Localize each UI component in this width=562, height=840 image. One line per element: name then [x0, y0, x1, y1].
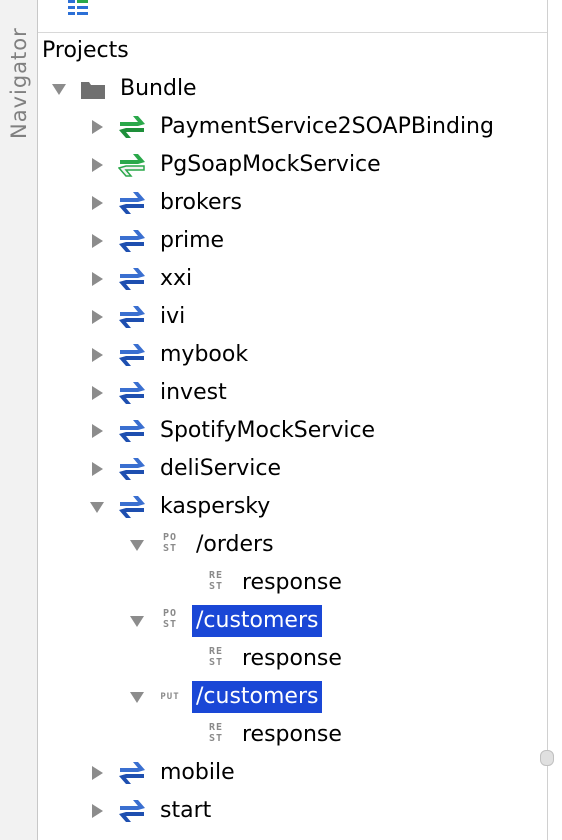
- tree-node-rest[interactable]: brokers: [88, 186, 246, 220]
- selected-label[interactable]: /customers: [192, 681, 323, 713]
- scrollbar-handle[interactable]: [540, 750, 554, 766]
- collapsed-arrow-icon[interactable]: [88, 194, 106, 212]
- rest-response-icon: RE ST: [208, 570, 224, 592]
- grid-view-icon[interactable]: [66, 0, 90, 22]
- collapsed-arrow-icon[interactable]: [88, 270, 106, 288]
- collapsed-arrow-icon[interactable]: [88, 232, 106, 250]
- collapsed-arrow-icon[interactable]: [88, 764, 106, 782]
- put-method-icon: PUT: [160, 692, 180, 702]
- tree-node-response[interactable]: RE ST response: [204, 566, 346, 600]
- rest-service-icon: [119, 344, 145, 366]
- tree-node-bundle[interactable]: Bundle: [50, 72, 201, 106]
- tree-node-response[interactable]: RE ST response: [204, 642, 346, 676]
- rest-service-icon: [119, 382, 145, 404]
- selected-label[interactable]: /customers: [192, 605, 323, 637]
- expanded-arrow-icon[interactable]: [128, 612, 146, 630]
- tree-node-rest[interactable]: xxi: [88, 262, 196, 296]
- tree-node-rest[interactable]: start: [88, 794, 215, 828]
- rest-response-icon: RE ST: [208, 646, 224, 668]
- expanded-arrow-icon[interactable]: [128, 688, 146, 706]
- tree-node-resource[interactable]: PO ST /orders: [128, 528, 278, 562]
- project-tree-panel: Projects Bundle PaymentService2SOAPBindi…: [38, 0, 548, 840]
- rest-service-icon: [119, 458, 145, 480]
- tree-node-rest[interactable]: deliService: [88, 452, 285, 486]
- expanded-arrow-icon[interactable]: [88, 498, 106, 516]
- collapsed-arrow-icon[interactable]: [88, 802, 106, 820]
- panel-border: [547, 0, 548, 840]
- tree-node-resource[interactable]: PUT /customers: [128, 680, 323, 714]
- rest-service-icon: [119, 420, 145, 442]
- rest-response-icon: RE ST: [208, 722, 224, 744]
- collapsed-arrow-icon[interactable]: [88, 118, 106, 136]
- tree-node-rest[interactable]: mybook: [88, 338, 252, 372]
- post-method-icon: PO ST: [162, 532, 178, 554]
- tree-node-kaspersky[interactable]: kaspersky: [88, 490, 274, 524]
- rest-service-icon: [119, 306, 145, 328]
- rest-service-icon: [119, 268, 145, 290]
- folder-icon: [81, 82, 105, 99]
- rest-service-icon: [119, 192, 145, 214]
- post-method-icon: PO ST: [162, 608, 178, 630]
- rest-service-icon: [119, 496, 145, 518]
- tree-node-rest[interactable]: invest: [88, 376, 231, 410]
- tree-node-rest[interactable]: ivi: [88, 300, 189, 334]
- soap-interface-icon: [119, 116, 145, 138]
- toolbar-divider: [38, 32, 548, 33]
- collapsed-arrow-icon[interactable]: [88, 346, 106, 364]
- rest-service-icon: [119, 762, 145, 784]
- tree-node-rest[interactable]: SpotifyMockService: [88, 414, 379, 448]
- tree-node-response[interactable]: RE ST response: [204, 718, 346, 752]
- rest-service-icon: [119, 800, 145, 822]
- rest-service-icon: [119, 230, 145, 252]
- tree-node-resource[interactable]: PO ST /customers: [128, 604, 323, 638]
- expanded-arrow-icon[interactable]: [128, 536, 146, 554]
- tree-node-rest[interactable]: mobile: [88, 756, 239, 790]
- navigator-tool-strip: Navigator: [0, 0, 38, 840]
- collapsed-arrow-icon[interactable]: [88, 308, 106, 326]
- tree-node-rest[interactable]: prime: [88, 224, 228, 258]
- collapsed-arrow-icon[interactable]: [88, 422, 106, 440]
- soap-mock-icon: [118, 154, 145, 177]
- collapsed-arrow-icon[interactable]: [88, 156, 106, 174]
- navigator-tab[interactable]: Navigator: [3, 18, 35, 148]
- tree-node-soap[interactable]: PaymentService2SOAPBinding: [88, 110, 498, 144]
- projects-root[interactable]: Projects: [42, 38, 129, 63]
- expanded-arrow-icon[interactable]: [50, 80, 68, 98]
- collapsed-arrow-icon[interactable]: [88, 460, 106, 478]
- tree-node-soap[interactable]: PgSoapMockService: [88, 148, 385, 182]
- collapsed-arrow-icon[interactable]: [88, 384, 106, 402]
